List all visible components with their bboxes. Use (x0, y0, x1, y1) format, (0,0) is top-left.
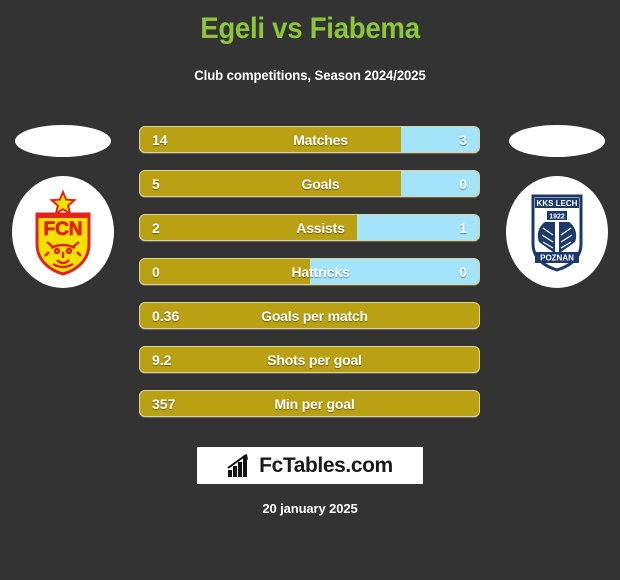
stat-bar-hattricks: 0 Hattricks 0 (139, 258, 480, 285)
lech-poznan-crest-icon: KKS LECH 1922 POZNAN (531, 194, 583, 272)
svg-text:1922: 1922 (549, 214, 565, 221)
stat-label-goals: Goals (301, 175, 340, 192)
page-title: Egeli vs Fiabema (200, 12, 420, 45)
stat-bar-goals: 5 Goals 0 (139, 170, 480, 197)
stat-label-hattricks: Hattricks (291, 263, 350, 280)
stat-label-shots-per-goal: Shots per goal (267, 351, 362, 368)
stat-label-assists: Assists (296, 219, 345, 236)
report-date: 20 january 2025 (262, 501, 358, 516)
svg-text:KKS LECH: KKS LECH (537, 199, 578, 208)
stat-label-goals-per-match: Goals per match (261, 307, 368, 324)
fcn-crest-icon: FCN (35, 189, 91, 276)
stat-label-matches: Matches (293, 131, 348, 148)
stat-comparison-card: Egeli vs Fiabema Club competitions, Seas… (0, 0, 620, 580)
stat-label-min-per-goal: Min per goal (274, 395, 355, 412)
svg-text:FCN: FCN (43, 219, 82, 240)
away-value-assists: 1 (459, 219, 467, 236)
bar-chart-icon (227, 453, 249, 477)
stat-bar-matches: 14 Matches 3 (139, 126, 480, 153)
decorative-oval-top-right (509, 125, 605, 157)
fctables-logo-text: FcTables.com (259, 453, 393, 477)
svg-text:POZNAN: POZNAN (540, 254, 574, 263)
stat-bar-min-per-goal: 357 Min per goal (139, 390, 480, 417)
home-club-badge: FCN (12, 176, 114, 288)
decorative-oval-top-left (15, 125, 111, 157)
away-club-badge: KKS LECH 1922 POZNAN (506, 176, 608, 288)
away-value-goals: 0 (459, 175, 467, 192)
fctables-logo[interactable]: FcTables.com (197, 447, 423, 484)
home-club-badge-column: FCN (8, 125, 118, 288)
stat-bar-shots-per-goal: 9.2 Shots per goal (139, 346, 480, 373)
page-subtitle: Club competitions, Season 2024/2025 (194, 67, 426, 83)
away-value-hattricks: 0 (459, 263, 467, 280)
away-value-matches: 3 (459, 131, 467, 148)
stats-bar-list: 14 Matches 3 5 Goals 0 2 Assists 1 0 Hat… (139, 126, 480, 434)
away-club-badge-column: KKS LECH 1922 POZNAN (502, 125, 612, 288)
stat-bar-goals-per-match: 0.36 Goals per match (139, 302, 480, 329)
stat-bar-assists: 2 Assists 1 (139, 214, 480, 241)
